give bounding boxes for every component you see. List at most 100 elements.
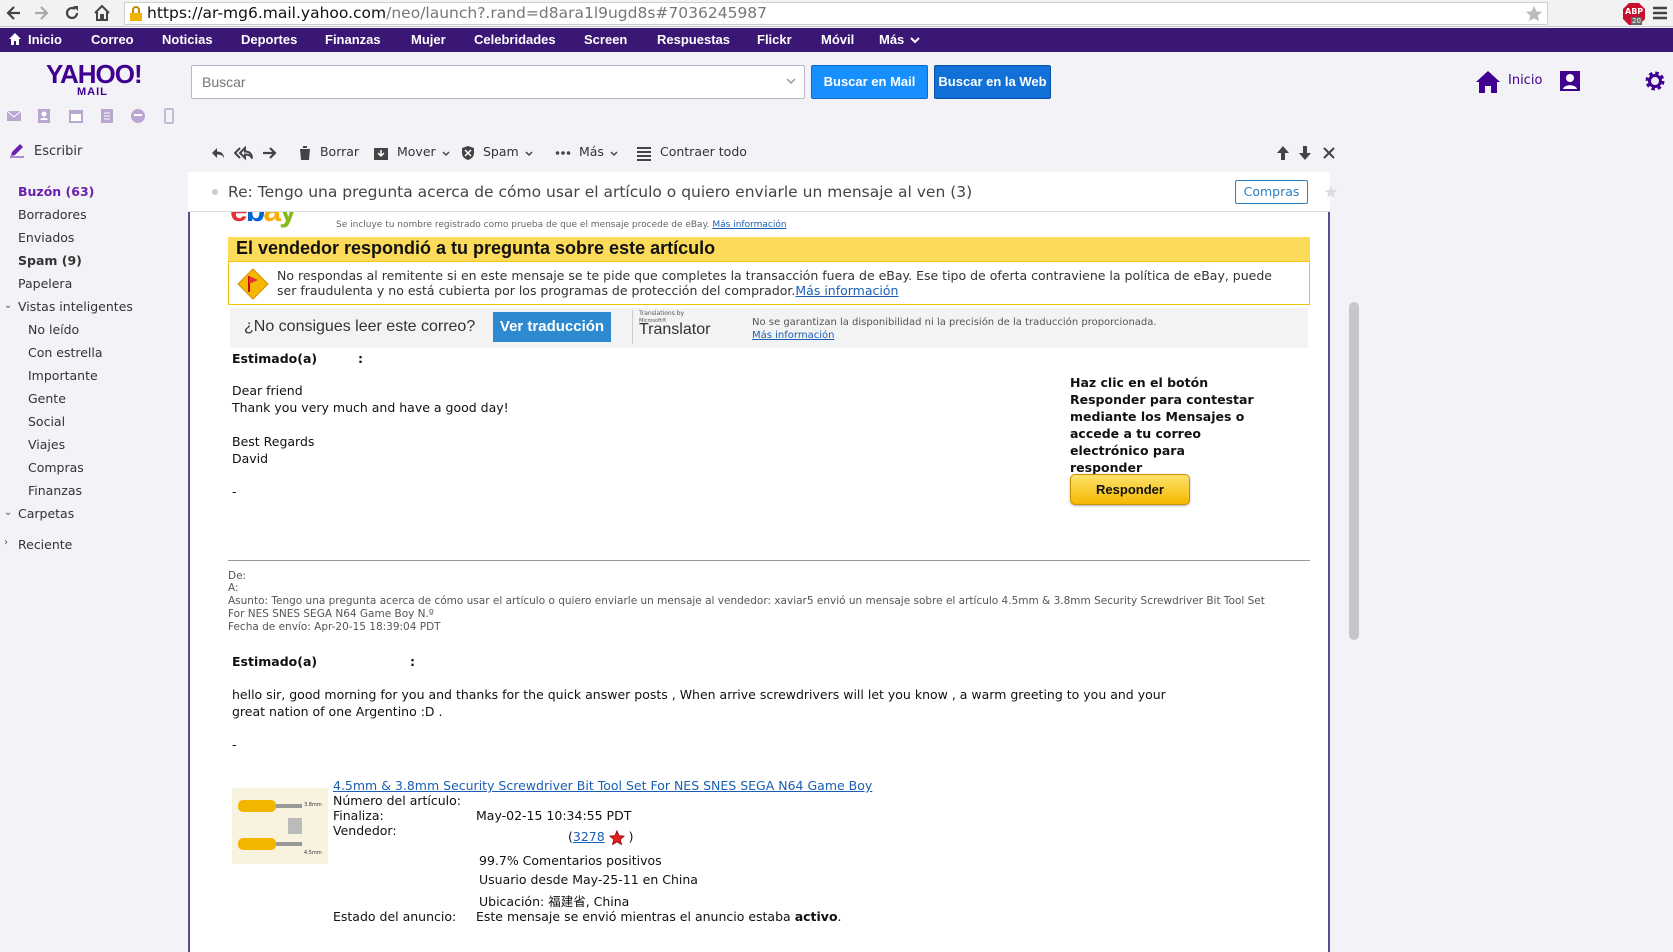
adblock-label: ABP — [1625, 7, 1644, 16]
nav-item-inicio[interactable]: Inicio — [28, 28, 62, 52]
nav-item-mas[interactable]: Más — [879, 28, 904, 52]
search-box[interactable] — [191, 65, 805, 99]
translation-more-info-link[interactable]: Más información — [752, 330, 834, 341]
sidebar-item-unread[interactable]: No leído — [28, 322, 79, 337]
reply-icon[interactable] — [210, 144, 226, 161]
more-button[interactable]: Más — [555, 144, 618, 161]
arrow-up-icon[interactable] — [1275, 144, 1291, 161]
sidebar-item-people[interactable]: Gente — [28, 391, 66, 406]
home-icon[interactable] — [1475, 70, 1501, 94]
calendar-app-icon[interactable] — [68, 108, 84, 124]
move-button[interactable]: Mover — [373, 144, 450, 161]
spam-label: Spam — [482, 144, 519, 159]
ebay-logo: ebay — [230, 212, 297, 229]
listing-status-value: activo — [794, 909, 838, 924]
registered-more-info-link[interactable]: Más información — [712, 220, 786, 230]
delete-button[interactable]: Borrar — [298, 144, 359, 161]
reply-prompt-line: accede a tu correo — [1070, 426, 1201, 441]
collapse-all-button[interactable]: Contraer todo — [636, 144, 747, 161]
product-image[interactable]: 3.8mm 4.5mm — [232, 788, 328, 864]
seller-positive: 99.7% Comentarios positivos — [479, 853, 662, 868]
reply-all-icon[interactable] — [234, 144, 254, 161]
product-image-label: 3.8mm — [304, 802, 322, 808]
home-icon[interactable] — [92, 3, 112, 23]
product-title-link[interactable]: 4.5mm & 3.8mm Security Screwdriver Bit T… — [333, 778, 872, 793]
sidebar-item-smart-views[interactable]: Vistas inteligentes — [18, 299, 133, 314]
sidebar-item-recent[interactable]: Reciente — [18, 537, 72, 552]
browser-menu-icon[interactable] — [1651, 3, 1671, 23]
home-link[interactable]: Inicio — [1508, 73, 1542, 88]
sidebar-item-spam[interactable]: Spam (9) — [18, 253, 82, 268]
unread-dot-icon[interactable] — [212, 189, 218, 195]
reply-button[interactable]: Responder — [1070, 474, 1190, 505]
seller-since: Usuario desde May-25-11 en China — [479, 872, 698, 887]
bookmark-star-icon[interactable] — [1525, 5, 1543, 23]
warning-text-body: No respondas al remitente si en este men… — [277, 268, 1272, 298]
warning-more-info-link[interactable]: Más información — [795, 283, 898, 298]
sidebar-item-finance[interactable]: Finanzas — [28, 483, 82, 498]
search-input[interactable] — [202, 67, 762, 97]
nav-item-finanzas[interactable]: Finanzas — [325, 28, 381, 52]
category-tag[interactable]: Compras — [1235, 180, 1308, 204]
message-subject: Re: Tengo una pregunta acerca de cómo us… — [228, 183, 973, 201]
sidebar-item-trash[interactable]: Papelera — [18, 276, 72, 291]
notepad-app-icon[interactable] — [99, 108, 115, 124]
view-translation-button[interactable]: Ver traducción — [493, 312, 611, 342]
reload-icon[interactable] — [62, 3, 82, 23]
nav-item-respuestas[interactable]: Respuestas — [657, 28, 730, 52]
nav-item-mujer[interactable]: Mujer — [411, 28, 446, 52]
search-mail-button[interactable]: Buscar en Mail — [811, 65, 928, 99]
forward-icon[interactable] — [262, 144, 278, 161]
nav-item-flickr[interactable]: Flickr — [757, 28, 792, 52]
address-bar[interactable]: https://ar-mg6.mail.yahoo.com/neo/launch… — [124, 2, 1548, 25]
mail-app-icon[interactable] — [6, 108, 22, 124]
header-subject-cont: For NES SNES SEGA N64 Game Boy N.º — [228, 608, 434, 620]
nav-item-screen[interactable]: Screen — [584, 28, 627, 52]
nav-item-correo[interactable]: Correo — [91, 28, 134, 52]
quoted-line: hello sir, good morning for you and than… — [232, 687, 1166, 702]
sidebar-item-drafts[interactable]: Borradores — [18, 207, 87, 222]
sidebar-item-sent[interactable]: Enviados — [18, 230, 74, 245]
close-icon[interactable] — [1322, 144, 1336, 160]
sidebar-item-folders[interactable]: Carpetas — [18, 506, 74, 521]
scrollbar-thumb[interactable] — [1349, 302, 1359, 640]
chevron-down-icon[interactable]: ⌄ — [4, 300, 12, 311]
mobile-app-icon[interactable] — [163, 108, 175, 124]
sidebar-item-important[interactable]: Importante — [28, 368, 98, 383]
forward-arrow-icon[interactable] — [31, 3, 51, 23]
chevron-down-icon[interactable]: ⌄ — [4, 507, 12, 518]
yahoo-mail-logo[interactable]: YAHOO! MAIL — [46, 61, 143, 100]
star-icon[interactable] — [1324, 185, 1338, 199]
chevron-down-icon — [442, 145, 450, 160]
chevron-down-icon — [525, 145, 533, 160]
profile-icon[interactable] — [1559, 70, 1581, 92]
nav-item-celebridades[interactable]: Celebridades — [474, 28, 556, 52]
nav-item-movil[interactable]: Móvil — [821, 28, 854, 52]
search-web-button[interactable]: Buscar en la Web — [934, 65, 1051, 99]
listing-status-end: . — [837, 909, 842, 924]
arrow-down-icon[interactable] — [1297, 144, 1313, 161]
nav-item-noticias[interactable]: Noticias — [162, 28, 213, 52]
translation-note: No se garantizan la disponibilidad ni la… — [752, 316, 1157, 342]
adblock-icon[interactable]: ABP 20 — [1622, 2, 1646, 26]
gear-icon[interactable] — [1644, 70, 1666, 92]
messenger-app-icon[interactable] — [130, 108, 146, 124]
sidebar-item-starred[interactable]: Con estrella — [28, 345, 103, 360]
chevron-right-icon[interactable]: › — [4, 537, 8, 548]
message-pane: ebay Se incluye tu nombre registrado com… — [188, 212, 1330, 952]
sidebar-item-inbox[interactable]: Buzón (63) — [18, 184, 94, 199]
logo-subtext: MAIL — [77, 86, 108, 98]
seller-location: Ubicación: 福建省, China — [479, 894, 630, 909]
sidebar-item-shopping[interactable]: Compras — [28, 460, 84, 475]
chevron-down-icon[interactable] — [786, 78, 796, 85]
ends-value: May-02-15 10:34:55 PDT — [476, 808, 632, 823]
back-arrow-icon[interactable] — [4, 3, 24, 23]
seller-feedback-link[interactable]: 3278 — [573, 829, 605, 844]
sidebar-item-social[interactable]: Social — [28, 414, 65, 429]
sidebar-item-travel[interactable]: Viajes — [28, 437, 65, 452]
header-to: A: — [228, 582, 239, 594]
nav-item-deportes[interactable]: Deportes — [241, 28, 297, 52]
contacts-app-icon[interactable] — [36, 108, 52, 124]
spam-button[interactable]: Spam — [461, 144, 533, 161]
seller-feedback-close: ) — [628, 829, 634, 844]
